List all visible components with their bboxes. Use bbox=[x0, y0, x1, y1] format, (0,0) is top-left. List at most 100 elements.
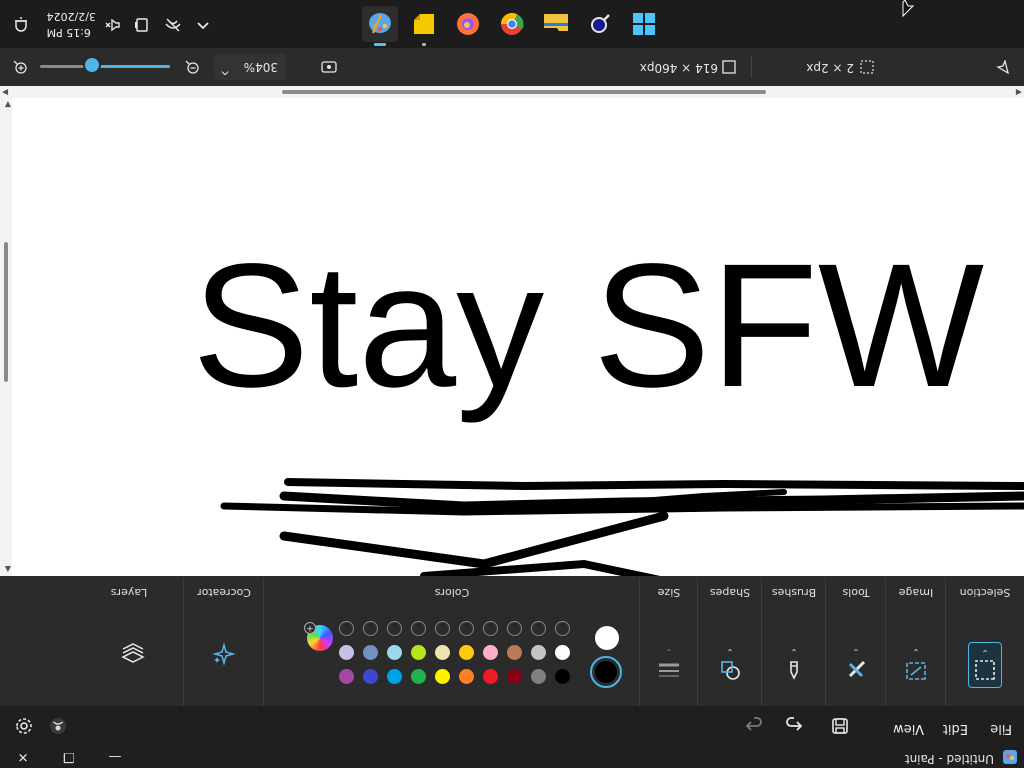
black-scribble-strokes bbox=[220, 478, 1024, 576]
volume-muted-icon[interactable] bbox=[104, 16, 122, 34]
secondary-color-swatch[interactable] bbox=[595, 626, 619, 650]
vertical-scrollbar[interactable]: ▲ ▼ bbox=[0, 98, 12, 576]
taskbar-chrome[interactable] bbox=[494, 6, 530, 42]
network-wifi-icon[interactable] bbox=[164, 16, 182, 34]
line-size-icon bbox=[659, 663, 679, 677]
size-button[interactable]: ⌄ bbox=[653, 644, 685, 688]
notification-bell-icon[interactable] bbox=[12, 16, 30, 34]
palette-color-swatch[interactable] bbox=[411, 669, 426, 684]
taskbar-file-explorer[interactable] bbox=[538, 6, 574, 42]
folder-icon bbox=[544, 14, 568, 31]
menu-view[interactable]: View bbox=[893, 721, 924, 736]
search-icon bbox=[591, 14, 610, 33]
palette-color-swatch[interactable] bbox=[555, 669, 570, 684]
palette-color-swatch[interactable] bbox=[483, 645, 498, 660]
fit-to-window-icon[interactable] bbox=[320, 58, 338, 76]
windows-taskbar: 6:15 PM 3/2/2024 bbox=[0, 0, 1024, 48]
taskbar-paint[interactable] bbox=[362, 6, 398, 46]
save-icon[interactable] bbox=[828, 714, 852, 738]
palette-color-swatch[interactable] bbox=[459, 645, 474, 660]
custom-color-slot[interactable] bbox=[483, 621, 498, 636]
custom-color-slot[interactable] bbox=[411, 621, 426, 636]
palette-color-swatch[interactable] bbox=[411, 645, 426, 660]
paint-palette-icon bbox=[369, 13, 391, 34]
custom-color-slot[interactable] bbox=[507, 621, 522, 636]
custom-color-slot[interactable] bbox=[555, 621, 570, 636]
status-divider bbox=[751, 56, 752, 78]
minimize-button[interactable]: — bbox=[92, 746, 138, 768]
scroll-right-icon[interactable]: ▶ bbox=[2, 88, 8, 97]
settings-gear-icon[interactable] bbox=[12, 714, 36, 738]
mouse-cursor-icon bbox=[902, 0, 915, 18]
palette-color-swatch[interactable] bbox=[507, 669, 522, 684]
zoom-dropdown[interactable]: 304% ^ bbox=[214, 54, 286, 80]
layers-icon[interactable] bbox=[120, 640, 146, 666]
chevron-down-icon: ⌄ bbox=[665, 646, 673, 656]
palette-color-swatch[interactable] bbox=[387, 645, 402, 660]
account-icon[interactable] bbox=[46, 714, 70, 738]
image-group: ⌄ Image bbox=[885, 578, 946, 706]
palette-color-swatch[interactable] bbox=[555, 645, 570, 660]
custom-color-slot[interactable] bbox=[387, 621, 402, 636]
cocreator-sparkle-icon[interactable] bbox=[212, 642, 236, 666]
zoom-slider-thumb[interactable] bbox=[83, 56, 101, 74]
shapes-label: Shapes bbox=[709, 586, 751, 599]
brush-icon bbox=[790, 661, 798, 680]
shapes-button[interactable]: ⌄ bbox=[714, 644, 746, 688]
crop-image-icon bbox=[906, 662, 926, 680]
zoom-in-icon[interactable] bbox=[12, 59, 28, 75]
palette-color-swatch[interactable] bbox=[459, 669, 474, 684]
chevron-down-icon: ⌄ bbox=[790, 646, 798, 656]
zoom-out-icon[interactable] bbox=[184, 59, 200, 75]
pencil-icon bbox=[848, 660, 866, 678]
vertical-scroll-thumb[interactable] bbox=[4, 242, 8, 382]
brushes-button[interactable]: ⌄ bbox=[778, 644, 810, 688]
close-button[interactable]: ✕ bbox=[0, 746, 46, 768]
menu-file[interactable]: File bbox=[990, 721, 1012, 736]
cocreator-label: Cocreator bbox=[197, 586, 251, 599]
primary-color-ring[interactable] bbox=[590, 656, 622, 688]
zoom-slider[interactable] bbox=[40, 56, 170, 74]
maximize-button[interactable]: ❐ bbox=[46, 746, 92, 768]
tray-overflow-chevron-icon[interactable] bbox=[194, 16, 212, 34]
palette-color-swatch[interactable] bbox=[435, 669, 450, 684]
clock[interactable]: 6:15 PM 3/2/2024 bbox=[47, 8, 96, 40]
palette-color-swatch[interactable] bbox=[531, 645, 546, 660]
canvas-size-text: 614 × 460px bbox=[639, 61, 718, 75]
drawing-canvas[interactable]: Stay SFW bbox=[0, 98, 1024, 576]
image-tool-button[interactable]: ⌄ bbox=[900, 644, 932, 688]
palette-color-swatch[interactable] bbox=[339, 669, 354, 684]
palette-color-swatch[interactable] bbox=[483, 669, 498, 684]
canvas-size-icon bbox=[722, 60, 736, 74]
custom-color-slot[interactable] bbox=[531, 621, 546, 636]
custom-color-slot[interactable] bbox=[435, 621, 450, 636]
colors-label: Colors bbox=[434, 586, 470, 599]
battery-icon[interactable] bbox=[132, 16, 150, 34]
palette-color-swatch[interactable] bbox=[435, 645, 450, 660]
redo-icon[interactable] bbox=[742, 714, 766, 738]
palette-color-swatch[interactable] bbox=[507, 645, 522, 660]
palette-color-swatch[interactable] bbox=[339, 645, 354, 660]
undo-icon[interactable] bbox=[782, 714, 806, 738]
selection-tool-button[interactable]: ⌄ bbox=[968, 642, 1002, 688]
start-button[interactable] bbox=[626, 6, 662, 42]
palette-color-swatch[interactable] bbox=[363, 669, 378, 684]
horizontal-scroll-thumb[interactable] bbox=[282, 90, 766, 94]
palette-color-swatch[interactable] bbox=[531, 669, 546, 684]
taskbar-firefox[interactable] bbox=[450, 6, 486, 42]
horizontal-scrollbar[interactable]: ◀ ▶ bbox=[0, 86, 1024, 98]
taskbar-sticky-notes[interactable] bbox=[406, 6, 442, 46]
menu-edit[interactable]: Edit bbox=[943, 721, 968, 736]
palette-color-swatch[interactable] bbox=[387, 669, 402, 684]
custom-color-slot[interactable] bbox=[339, 621, 354, 636]
custom-color-slot[interactable] bbox=[363, 621, 378, 636]
scroll-left-icon[interactable]: ◀ bbox=[1016, 88, 1022, 97]
tools-button[interactable]: ⌄ bbox=[840, 644, 872, 688]
taskbar-search-button[interactable] bbox=[582, 6, 618, 42]
scroll-up-icon[interactable]: ▲ bbox=[5, 565, 11, 574]
zoom-slider-fill bbox=[92, 65, 170, 68]
edit-colors-wheel-icon[interactable]: + bbox=[304, 622, 333, 651]
scroll-down-icon[interactable]: ▼ bbox=[5, 100, 11, 109]
palette-color-swatch[interactable] bbox=[363, 645, 378, 660]
custom-color-slot[interactable] bbox=[459, 621, 474, 636]
